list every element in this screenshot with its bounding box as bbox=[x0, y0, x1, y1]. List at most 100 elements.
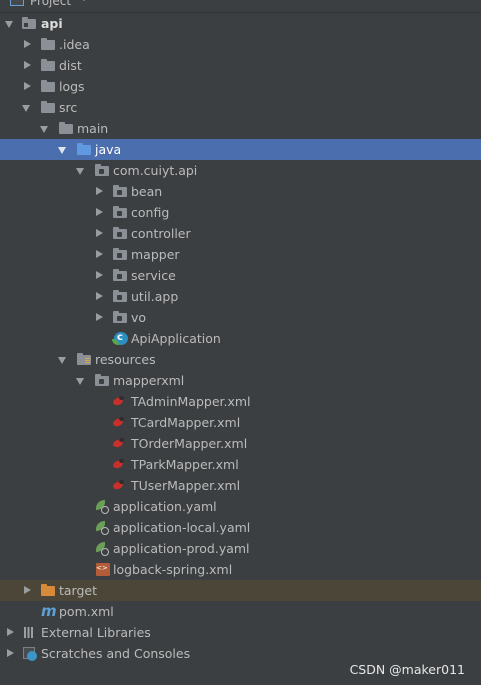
tree-item-tparkmapper[interactable]: TParkMapper.xml bbox=[0, 454, 481, 475]
tree-item-label: vo bbox=[131, 310, 147, 325]
expand-arrow-icon[interactable] bbox=[93, 307, 105, 328]
expand-arrow-icon[interactable] bbox=[21, 76, 33, 97]
tree-item-label: External Libraries bbox=[41, 625, 151, 640]
tree-item-logback-spring[interactable]: logback-spring.xml bbox=[0, 558, 481, 580]
tree-item-label: TCardMapper.xml bbox=[131, 415, 241, 430]
tree-item-api[interactable]: api bbox=[0, 13, 481, 34]
mybatis-xml-icon bbox=[112, 479, 126, 492]
tree-item-idea[interactable]: .idea bbox=[0, 34, 481, 55]
tree-item-mapperxml[interactable]: mapperxml bbox=[0, 370, 481, 391]
expand-arrow-icon[interactable] bbox=[93, 244, 105, 265]
tree-item-mapper[interactable]: mapper bbox=[0, 244, 481, 265]
tree-item-label: util.app bbox=[131, 289, 179, 304]
package-icon bbox=[113, 185, 127, 198]
spring-yaml-icon bbox=[95, 542, 109, 556]
expand-arrow-icon[interactable] bbox=[75, 370, 87, 391]
tree-item-label: TParkMapper.xml bbox=[131, 457, 239, 472]
chevron-down-icon[interactable] bbox=[80, 0, 88, 1]
tree-item-application-local-yaml[interactable]: application-local.yaml bbox=[0, 517, 481, 538]
spring-boot-class-icon bbox=[112, 327, 128, 348]
tree-item-target[interactable]: target bbox=[0, 580, 481, 601]
source-folder-icon bbox=[77, 143, 91, 156]
tree-item-application-yaml[interactable]: application.yaml bbox=[0, 496, 481, 517]
tree-item-label: java bbox=[95, 142, 122, 157]
folder-icon bbox=[41, 38, 55, 51]
mybatis-xml-icon bbox=[112, 458, 126, 471]
folder-icon bbox=[41, 59, 55, 72]
tree-item-label: application-local.yaml bbox=[113, 520, 251, 535]
tree-item-tadminmapper[interactable]: TAdminMapper.xml bbox=[0, 391, 481, 412]
expand-arrow-icon[interactable] bbox=[93, 286, 105, 307]
tree-item-label: ApiApplication bbox=[131, 331, 221, 346]
tree-item-com-cuiyt-api[interactable]: com.cuiyt.api bbox=[0, 160, 481, 181]
expand-arrow-icon[interactable] bbox=[4, 13, 16, 34]
watermark-text: CSDN @maker011 bbox=[349, 662, 465, 677]
expand-arrow-icon[interactable] bbox=[57, 139, 69, 160]
expand-arrow-icon[interactable] bbox=[21, 580, 33, 601]
tree-item-scratches[interactable]: Scratches and Consoles bbox=[0, 643, 481, 664]
tree-item-label: mapperxml bbox=[113, 373, 185, 388]
tree-item-application-prod-yaml[interactable]: application-prod.yaml bbox=[0, 538, 481, 559]
tree-item-logs[interactable]: logs bbox=[0, 76, 481, 97]
tree-item-label: Scratches and Consoles bbox=[41, 646, 191, 661]
tree-item-label: controller bbox=[131, 226, 191, 241]
tree-item-label: TAdminMapper.xml bbox=[131, 394, 251, 409]
tree-item-label: application-prod.yaml bbox=[113, 541, 250, 556]
expand-arrow-icon[interactable] bbox=[93, 265, 105, 286]
tree-item-label: logs bbox=[59, 79, 85, 94]
project-view-icon bbox=[10, 0, 24, 6]
expand-arrow-icon[interactable] bbox=[21, 97, 33, 118]
tree-item-label: pom.xml bbox=[59, 604, 114, 619]
tree-item-label: .idea bbox=[59, 37, 90, 52]
expand-arrow-icon[interactable] bbox=[21, 55, 33, 76]
expand-arrow-icon[interactable] bbox=[57, 349, 69, 370]
tree-item-label: TUserMapper.xml bbox=[131, 478, 241, 493]
tree-item-label: api bbox=[41, 16, 63, 31]
tree-item-dist[interactable]: dist bbox=[0, 55, 481, 76]
tree-item-service[interactable]: service bbox=[0, 265, 481, 286]
package-icon bbox=[113, 248, 127, 261]
project-view-title[interactable]: Project bbox=[30, 0, 71, 8]
expand-arrow-icon[interactable] bbox=[93, 202, 105, 223]
expand-arrow-icon[interactable] bbox=[4, 622, 16, 643]
folder-icon bbox=[59, 122, 73, 135]
tree-item-apiapplication[interactable]: ApiApplication bbox=[0, 327, 481, 349]
folder-icon bbox=[41, 101, 55, 114]
expand-arrow-icon[interactable] bbox=[75, 160, 87, 181]
mybatis-xml-icon bbox=[112, 395, 126, 408]
expand-arrow-icon[interactable] bbox=[93, 223, 105, 244]
tree-item-label: com.cuiyt.api bbox=[113, 163, 198, 178]
resources-folder-icon bbox=[77, 353, 91, 366]
tree-item-bean[interactable]: bean bbox=[0, 181, 481, 202]
tree-item-java[interactable]: java bbox=[0, 139, 481, 160]
tree-item-src[interactable]: src bbox=[0, 97, 481, 118]
project-tool-window-header: Project bbox=[0, 0, 481, 13]
package-icon bbox=[95, 374, 109, 387]
tree-item-pom[interactable]: m pom.xml bbox=[0, 601, 481, 622]
expand-arrow-icon[interactable] bbox=[39, 118, 51, 139]
tree-item-tusermapper[interactable]: TUserMapper.xml bbox=[0, 475, 481, 496]
tree-item-tcardmapper[interactable]: TCardMapper.xml bbox=[0, 412, 481, 433]
tree-item-label: resources bbox=[95, 352, 156, 367]
tree-item-tordermapper[interactable]: TOrderMapper.xml bbox=[0, 433, 481, 454]
project-tree[interactable]: api .idea dist logs src main java com.cu… bbox=[0, 13, 481, 664]
tree-item-label: main bbox=[77, 121, 109, 136]
expand-arrow-icon[interactable] bbox=[21, 34, 33, 55]
package-icon bbox=[95, 164, 109, 177]
tree-item-label: mapper bbox=[131, 247, 180, 262]
tree-item-label: logback-spring.xml bbox=[113, 562, 233, 577]
expand-arrow-icon[interactable] bbox=[4, 643, 16, 664]
tree-item-controller[interactable]: controller bbox=[0, 223, 481, 244]
package-icon bbox=[113, 311, 127, 324]
tree-item-label: config bbox=[131, 205, 170, 220]
tree-item-config[interactable]: config bbox=[0, 202, 481, 223]
maven-icon: m bbox=[41, 602, 57, 620]
mybatis-xml-icon bbox=[112, 437, 126, 450]
tree-item-label: TOrderMapper.xml bbox=[131, 436, 248, 451]
expand-arrow-icon[interactable] bbox=[93, 181, 105, 202]
tree-item-util-app[interactable]: util.app bbox=[0, 286, 481, 307]
tree-item-vo[interactable]: vo bbox=[0, 307, 481, 328]
tree-item-resources[interactable]: resources bbox=[0, 349, 481, 370]
tree-item-main[interactable]: main bbox=[0, 118, 481, 139]
tree-item-external-libraries[interactable]: External Libraries bbox=[0, 622, 481, 643]
